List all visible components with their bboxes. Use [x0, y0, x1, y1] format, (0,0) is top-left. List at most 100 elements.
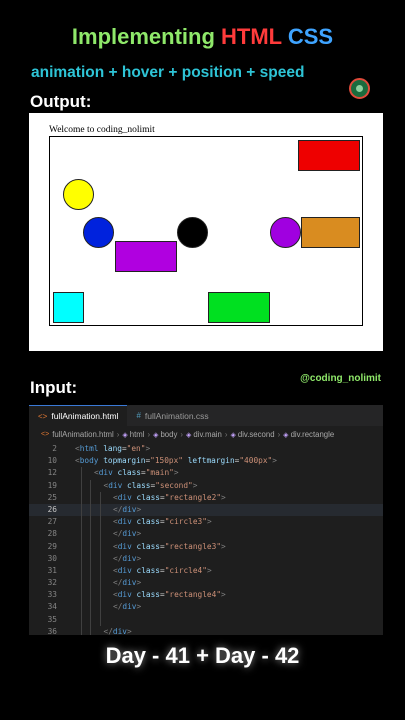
orange-rectangle: [301, 217, 360, 248]
day-caption: Day - 41 + Day - 42: [105, 643, 300, 668]
indent-guide: [99, 540, 101, 553]
line-number: 30: [47, 553, 57, 563]
title-implementing: Implementing: [71, 24, 215, 49]
indent-guide: [80, 577, 82, 590]
code-text: <div class="main">: [94, 468, 179, 478]
indent-guide: [99, 613, 101, 626]
code-text: </div>: [113, 578, 142, 588]
element-icon: ◈: [122, 431, 128, 439]
html-file-icon: <>: [38, 411, 48, 421]
line-number: 36: [47, 626, 57, 635]
indent-guide: [80, 564, 82, 578]
breadcrumb-item[interactable]: ◈ div.rectangle: [283, 430, 334, 439]
line-number: 19: [47, 480, 57, 490]
element-icon: ◈: [186, 431, 192, 439]
indent-guide: [90, 625, 91, 635]
indent-guide: [90, 613, 91, 626]
code-line[interactable]: 27 <div class="circle3">: [29, 516, 383, 529]
line-number: 29: [47, 541, 57, 551]
line-number: 27: [47, 517, 57, 527]
indent-guide: [90, 479, 91, 492]
code-line[interactable]: 29 <div class="rectangle3">: [29, 540, 383, 553]
indent-guide: [99, 601, 101, 614]
code-text: <div class="circle4">: [113, 565, 212, 575]
indent-guide: [90, 577, 91, 590]
indent-guide: [99, 564, 101, 578]
code-text: </div>: [113, 504, 142, 514]
cyan-square: [53, 292, 84, 323]
indent-guide: [90, 528, 91, 541]
main-container: [49, 136, 363, 326]
tab-fullanimation-html[interactable]: <> fullAnimation.html: [29, 405, 128, 426]
coding-nolimit-logo-icon: [349, 78, 370, 99]
indent-guide: [90, 491, 91, 504]
element-icon: ◈: [153, 431, 159, 439]
indent-guide: [80, 552, 82, 565]
indent-guide: [80, 625, 82, 635]
indent-guide: [90, 601, 91, 614]
indent-guide: [80, 601, 82, 614]
code-line[interactable]: 36 </div>: [29, 625, 383, 635]
tab-label: fullAnimation.css: [144, 410, 209, 421]
title-html: HTML: [221, 24, 282, 49]
welcome-text: Welcome to coding_nolimit: [49, 125, 155, 135]
indent-guide: [80, 503, 82, 517]
indent-guide: [80, 528, 82, 541]
output-label: Output:: [30, 92, 92, 111]
indent-guide: [80, 479, 82, 492]
indent-guide: [99, 577, 101, 590]
red-rectangle: [298, 140, 360, 171]
tab-label: fullAnimation.html: [51, 411, 119, 421]
code-line[interactable]: 32 </div>: [29, 577, 383, 590]
tab-fullanimation-css[interactable]: # fullAnimation.css: [127, 405, 217, 426]
code-line[interactable]: 25 <div class="rectangle2">: [29, 491, 383, 504]
code-text: <body topmargin="150px" leftmargin="400p…: [75, 456, 277, 466]
indent-guide: [90, 503, 91, 517]
code-line[interactable]: 28 </div>: [29, 528, 383, 541]
breadcrumb-item[interactable]: <> fullAnimation.html: [41, 430, 114, 439]
code-line[interactable]: 2 <html lang="en">: [29, 443, 383, 455]
purple-rectangle: [115, 241, 177, 272]
line-number: 32: [47, 578, 57, 588]
indent-guide: [90, 552, 91, 565]
indent-guide: [99, 552, 101, 565]
css-file-icon: #: [136, 411, 141, 420]
code-line[interactable]: 31 <div class="circle4">: [29, 564, 383, 578]
code-text: </div>: [113, 602, 142, 612]
code-line[interactable]: 10 <body topmargin="150px" leftmargin="40…: [29, 455, 383, 467]
code-line[interactable]: 30 </div>: [29, 552, 383, 565]
element-icon: ◈: [230, 431, 236, 439]
chevron-right-icon: ›: [224, 430, 228, 439]
code-line[interactable]: 34 </div>: [29, 601, 383, 614]
black-circle: [177, 217, 208, 248]
code-line[interactable]: 33 <div class="rectangle4">: [29, 589, 383, 602]
code-line[interactable]: 19 <div class="second">: [29, 479, 383, 492]
indent-guide: [90, 564, 91, 578]
code-line[interactable]: 12 <div class="main">: [29, 467, 383, 480]
line-number: 34: [47, 602, 57, 612]
chevron-right-icon: ›: [147, 430, 151, 439]
code-text: <div class="rectangle2">: [113, 492, 226, 502]
breadcrumb-item[interactable]: ◈ div.main: [186, 430, 222, 439]
yellow-circle: [63, 179, 94, 210]
breadcrumb-item[interactable]: ◈ html: [122, 430, 144, 439]
code-line[interactable]: 35: [29, 613, 383, 626]
breadcrumb-item[interactable]: ◈ body: [153, 430, 177, 439]
indent-guide: [90, 589, 91, 602]
line-number: 25: [47, 492, 57, 502]
code-line[interactable]: 26 </div>: [29, 503, 383, 517]
indent-guide: [99, 516, 101, 529]
indent-guide: [80, 467, 82, 480]
indent-guide: [80, 491, 82, 504]
code-lines[interactable]: 2 <html lang="en"> 10 <body topmargin="150p…: [29, 443, 383, 635]
breadcrumb-item[interactable]: ◈ div.second: [230, 430, 274, 439]
indent-guide: [90, 540, 91, 553]
line-number: 12: [47, 468, 57, 478]
code-text: </div>: [113, 529, 142, 539]
indent-guide: [80, 613, 82, 626]
title-css: CSS: [287, 24, 334, 49]
line-number: 10: [47, 456, 57, 466]
line-number: 28: [47, 529, 57, 539]
line-number: 35: [47, 614, 57, 624]
line-number: 33: [47, 590, 57, 600]
